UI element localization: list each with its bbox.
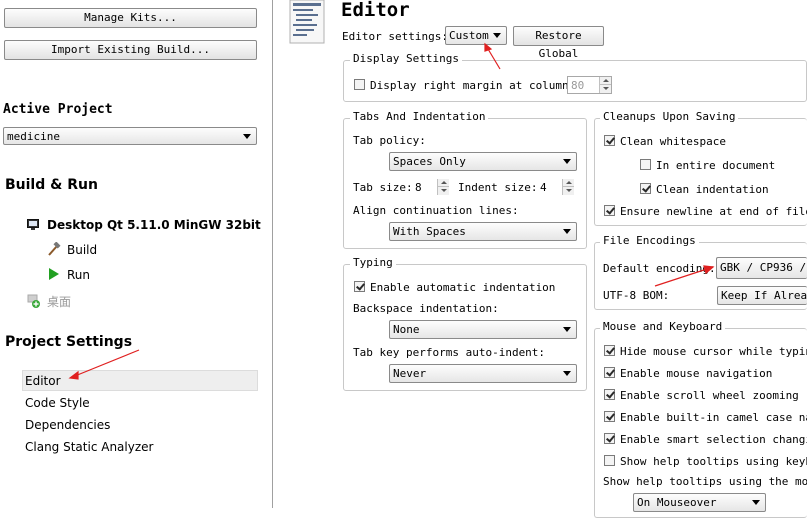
annotation-arrows [68,42,715,380]
annotation-arrow-default-encoding [654,265,715,287]
annotation-arrow-editor-nav [68,349,140,380]
annotation-arrow-editor-settings [484,42,501,70]
